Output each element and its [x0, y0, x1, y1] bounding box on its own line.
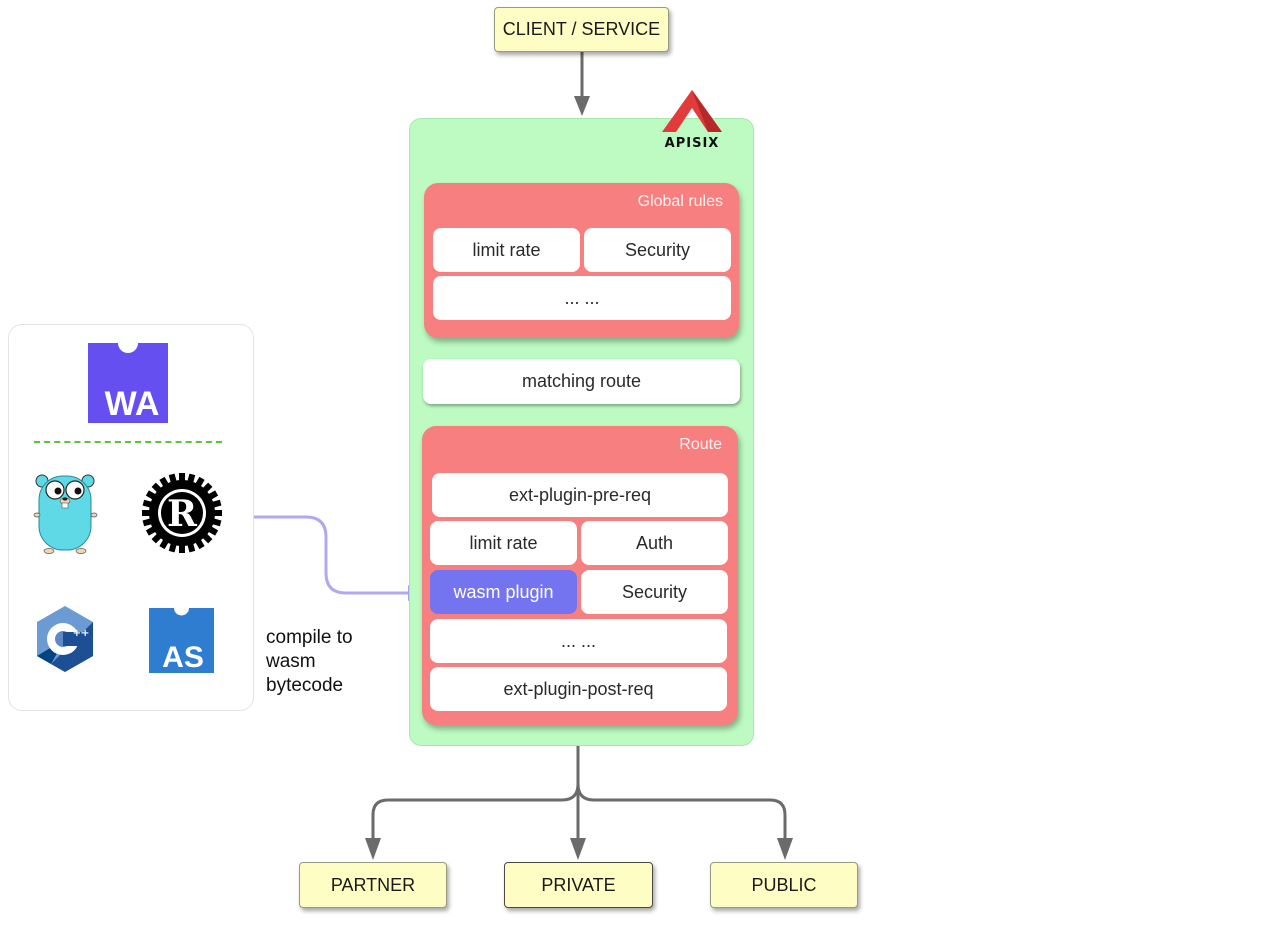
- arrow-gateway-to-partner: [365, 746, 580, 860]
- apisix-logo-icon: APISIX: [656, 88, 728, 151]
- route-plugin-auth[interactable]: Auth: [581, 521, 728, 565]
- route-plugin-ext-pre-req[interactable]: ext-plugin-pre-req: [432, 473, 728, 517]
- webassembly-logo-icon: WA: [88, 343, 168, 423]
- arrow-compile-to-wasm-plugin: [254, 515, 426, 601]
- matching-route-node[interactable]: matching route: [423, 359, 740, 404]
- upstream-partner-node[interactable]: PARTNER: [299, 862, 447, 908]
- compile-caption-line-2: wasm: [266, 651, 316, 672]
- upstream-public-node[interactable]: PUBLIC: [710, 862, 858, 908]
- client-service-node[interactable]: CLIENT / SERVICE: [494, 7, 669, 52]
- route-title: Route: [679, 436, 722, 453]
- compile-caption-line-1: compile to: [266, 627, 353, 648]
- global-plugin-security[interactable]: Security: [584, 228, 731, 272]
- route-plugin-more[interactable]: ... ...: [430, 619, 727, 663]
- cpp-logo-icon: ++: [35, 606, 95, 672]
- cpp-logo-sup: ++: [73, 628, 90, 639]
- route-plugin-security[interactable]: Security: [581, 570, 728, 614]
- global-plugin-limit-rate[interactable]: limit rate: [433, 228, 580, 272]
- route-plugin-ext-post-req[interactable]: ext-plugin-post-req: [430, 667, 727, 711]
- apisix-logo-text: APISIX: [665, 136, 720, 150]
- assemblyscript-logo-icon: AS: [149, 608, 214, 674]
- webassembly-logo-text: WA: [105, 385, 160, 423]
- compile-caption: compile to wasm bytecode: [266, 626, 386, 698]
- client-service-label: CLIENT / SERVICE: [502, 19, 661, 39]
- rust-logo-glyph: R: [167, 493, 198, 535]
- go-gopher-icon: [33, 473, 99, 555]
- source-languages-panel: WA R ++ AS: [8, 324, 254, 711]
- upstream-private-label: PRIVATE: [541, 874, 616, 895]
- upstream-public-label: PUBLIC: [751, 874, 817, 895]
- arrow-gateway-to-private: [570, 746, 586, 860]
- compile-caption-line-3: bytecode: [266, 675, 344, 696]
- upstream-partner-label: PARTNER: [330, 874, 416, 895]
- rust-logo-icon: R: [125, 456, 239, 570]
- arrow-client-to-gateway: [574, 52, 590, 116]
- global-rules-title: Global rules: [637, 193, 723, 210]
- global-plugin-more[interactable]: ... ...: [433, 276, 731, 320]
- assemblyscript-logo-text: AS: [162, 641, 204, 673]
- route-group: Route ext-plugin-pre-req limit rate Auth…: [422, 426, 738, 725]
- dashed-separator: [34, 441, 222, 443]
- arrow-gateway-to-public: [576, 783, 793, 860]
- route-plugin-wasm[interactable]: wasm plugin: [430, 570, 577, 614]
- global-rules-group: Global rules limit rate Security ... ...: [424, 183, 739, 338]
- route-plugin-limit-rate[interactable]: limit rate: [430, 521, 577, 565]
- upstream-private-node[interactable]: PRIVATE: [504, 862, 653, 908]
